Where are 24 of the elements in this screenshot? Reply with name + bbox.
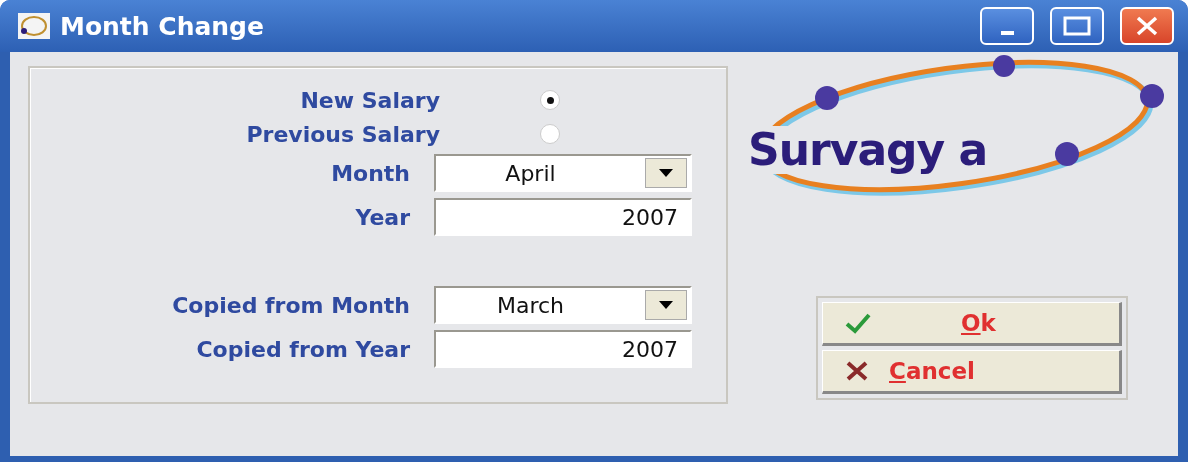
field-label: Copied from Year: [195, 336, 410, 362]
month-dropdown[interactable]: March: [434, 286, 692, 324]
maximize-icon: [1063, 16, 1091, 36]
ok-button[interactable]: Ok: [822, 302, 1122, 346]
radio-label: New Salary: [299, 87, 440, 113]
cancel-button[interactable]: Cancel: [822, 350, 1122, 394]
minimize-icon: [1000, 31, 1014, 35]
field-label: Year: [354, 204, 410, 230]
minimize-button[interactable]: [980, 7, 1034, 45]
check-icon: [845, 312, 871, 334]
field-label: Copied from Month: [171, 292, 410, 318]
close-button[interactable]: [1120, 7, 1174, 45]
close-icon: [845, 360, 869, 382]
radio-button[interactable]: [540, 124, 560, 144]
month-dropdown[interactable]: April: [434, 154, 692, 192]
year-field[interactable]: 2007: [434, 330, 692, 368]
window-title: Month Change: [60, 11, 265, 41]
year-field[interactable]: 2007: [434, 198, 692, 236]
maximize-button[interactable]: [1050, 7, 1104, 45]
radio-label: Previous Salary: [245, 121, 440, 147]
app-icon: [18, 13, 50, 39]
close-icon: [1135, 15, 1159, 37]
field-label: Month: [330, 160, 410, 186]
radio-button[interactable]: [540, 90, 560, 110]
